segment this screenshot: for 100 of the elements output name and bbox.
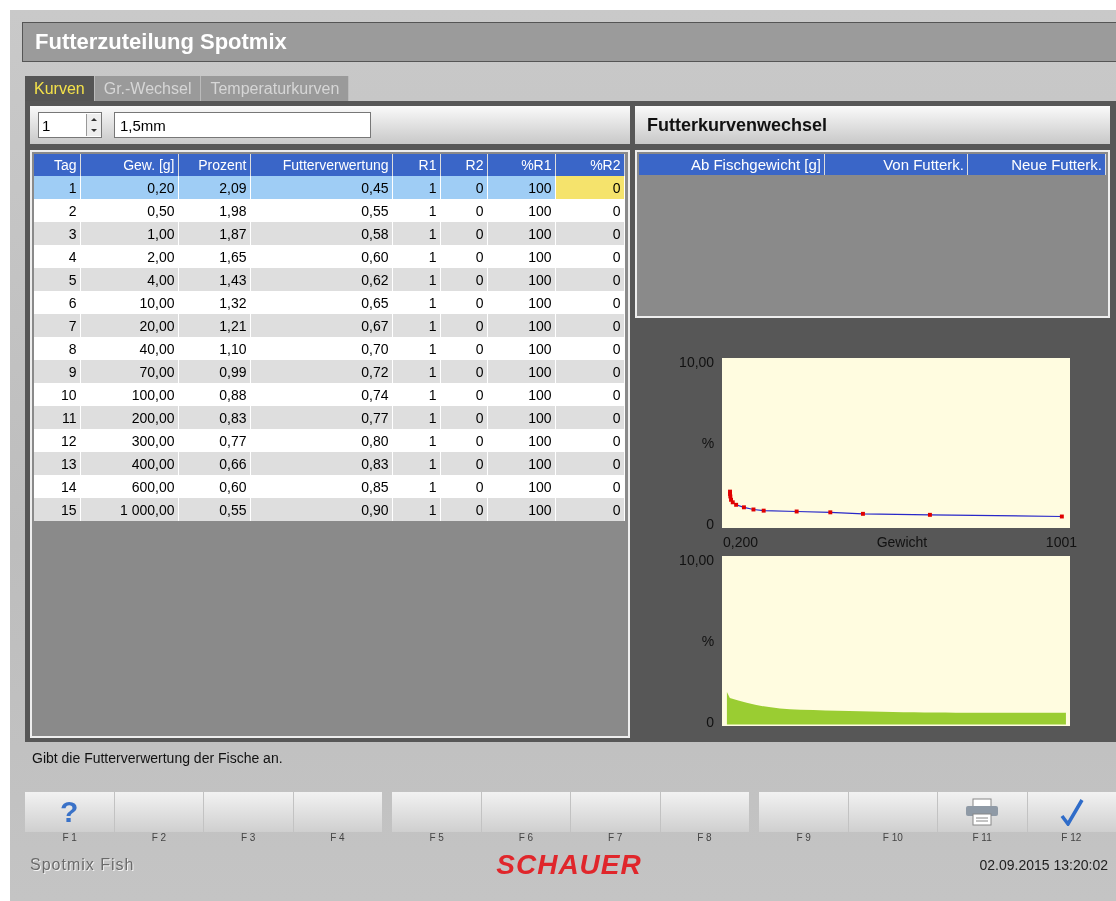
key-label: F 4 [329, 832, 346, 845]
table-cell: 0 [440, 268, 487, 291]
logo: SCHAUER [496, 849, 642, 881]
table-cell: 0,72 [250, 360, 392, 383]
number-spinner[interactable]: 1 [38, 112, 102, 138]
table-cell: 8 [34, 337, 80, 360]
name-field[interactable]: 1,5mm [114, 112, 371, 138]
table-cell: 100 [487, 176, 555, 199]
table-cell: 100 [487, 452, 555, 475]
table-cell: 100 [487, 429, 555, 452]
printer-icon [964, 798, 1001, 826]
table-cell: 1 [392, 383, 440, 406]
help-glyph: ? [60, 795, 79, 829]
table-cell: 1 [392, 498, 440, 521]
table-cell: 0,60 [250, 245, 392, 268]
table-cell: 0 [440, 199, 487, 222]
key-label: F 3 [239, 832, 257, 845]
table-cell: 0 [440, 360, 487, 383]
table-cell: 1 [392, 222, 440, 245]
key-label: F 8 [696, 832, 713, 845]
table-cell: 4,00 [80, 268, 178, 291]
column-header[interactable]: Prozent [178, 154, 250, 176]
column-header[interactable]: Futterverwertung [250, 154, 392, 176]
table-cell: 0,58 [250, 222, 392, 245]
table-cell: 1 [392, 268, 440, 291]
table-cell: 14 [34, 475, 80, 498]
table-cell: 1,21 [178, 314, 250, 337]
app-name: Spotmix Fish [30, 856, 136, 874]
table-cell: 100 [487, 245, 555, 268]
table-cell: 1,87 [178, 222, 250, 245]
column-header[interactable]: %R2 [555, 154, 624, 176]
window-title: Futterzuteilung Spotmix [35, 29, 287, 55]
key-label: F 1 [61, 832, 78, 845]
check-icon [1058, 798, 1085, 826]
column-header[interactable]: Ab Fischgewicht [g] [639, 154, 825, 175]
table-cell: 0 [555, 314, 624, 337]
table-cell: 0,77 [178, 429, 250, 452]
table-cell: 0 [440, 245, 487, 268]
table-cell: 2,00 [80, 245, 178, 268]
axis-title: Gewicht [876, 534, 928, 550]
axis-tick: 0 [706, 516, 715, 532]
table-cell: 0 [555, 337, 624, 360]
table-cell: 0 [555, 291, 624, 314]
column-header[interactable]: Gew. [g] [80, 154, 178, 176]
table-cell: 100 [487, 222, 555, 245]
table-cell: 100,00 [80, 383, 178, 406]
table-cell: 400,00 [80, 452, 178, 475]
table-cell: 70,00 [80, 360, 178, 383]
table-cell: 11 [34, 406, 80, 429]
table-cell: 100 [487, 199, 555, 222]
table-cell: 0,55 [250, 199, 392, 222]
table-cell: 0 [440, 222, 487, 245]
table-cell: 1 [392, 176, 440, 199]
axis-tick: 0,200 [723, 534, 759, 550]
table-cell: 40,00 [80, 337, 178, 360]
table-cell: 100 [487, 475, 555, 498]
axis-unit: % [701, 435, 715, 451]
table-cell: 200,00 [80, 406, 178, 429]
table-cell: 1 [392, 291, 440, 314]
table-cell: 1 [392, 475, 440, 498]
table-cell: 0 [440, 406, 487, 429]
table-cell: 1 [392, 199, 440, 222]
table-cell: 0 [555, 268, 624, 291]
table-cell: 1,00 [80, 222, 178, 245]
table-cell: 0 [555, 475, 624, 498]
table-cell: 0 [555, 429, 624, 452]
column-header[interactable]: R1 [392, 154, 440, 176]
column-header[interactable]: %R1 [487, 154, 555, 176]
key-label: F 10 [881, 832, 904, 845]
table-cell: 0,65 [250, 291, 392, 314]
table-cell: 100 [487, 406, 555, 429]
function-key[interactable]: ? [25, 792, 114, 832]
table-cell: 0 [440, 383, 487, 406]
table-cell: 1 [392, 452, 440, 475]
status-text: Gibt die Futterverwertung der Fische an. [32, 750, 284, 768]
table-cell: 0 [555, 360, 624, 383]
column-header[interactable]: Tag [34, 154, 80, 176]
table-cell: 0 [440, 498, 487, 521]
panel-title: Futterkurvenwechsel [647, 114, 828, 136]
function-key[interactable] [1027, 792, 1116, 832]
table-cell: 0 [555, 245, 624, 268]
table-cell: 0 [440, 429, 487, 452]
table-cell: 100 [487, 291, 555, 314]
key-label: F 12 [1060, 832, 1083, 845]
axis-tick: 10,00 [679, 552, 715, 568]
datetime: 02.09.2015 13:20:02 [978, 857, 1108, 873]
column-header[interactable]: Von Futterk. [825, 154, 968, 175]
table-cell: 0 [440, 176, 487, 199]
key-label: F 9 [795, 832, 812, 845]
table-cell: 0,85 [250, 475, 392, 498]
table-cell: 100 [487, 383, 555, 406]
function-key[interactable] [938, 792, 1027, 832]
tab[interactable]: Kurven [25, 76, 95, 101]
column-header[interactable]: Neue Futterk. [968, 154, 1106, 175]
column-header[interactable]: R2 [440, 154, 487, 176]
table-cell: 100 [487, 268, 555, 291]
table-cell: 0,50 [80, 199, 178, 222]
table-cell: 0 [440, 291, 487, 314]
table-cell: 0 [555, 498, 624, 521]
table-cell: 100 [487, 498, 555, 521]
